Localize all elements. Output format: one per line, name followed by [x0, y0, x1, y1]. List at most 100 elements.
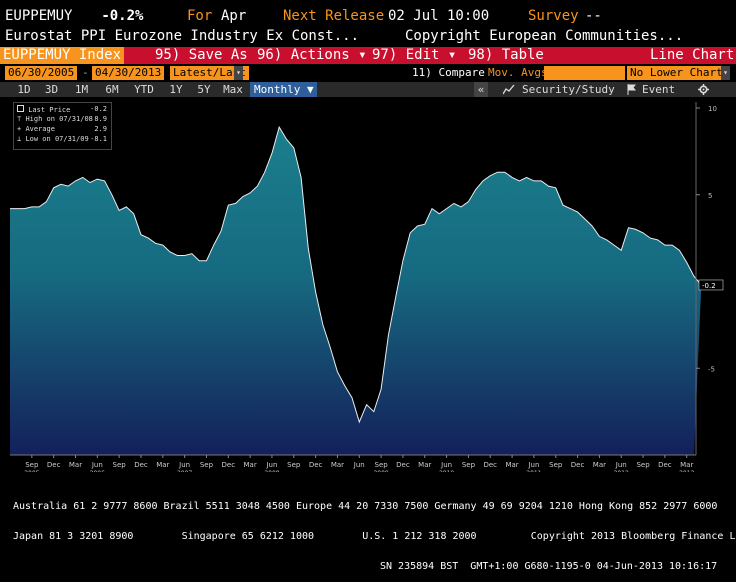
date-separator: - [82, 66, 89, 79]
x-tick-label: Mar [418, 461, 431, 469]
actions-menu[interactable]: 96) Actions ▾ [257, 47, 367, 64]
gear-icon[interactable] [696, 82, 710, 97]
start-date-field[interactable]: 06/30/2005 [5, 66, 78, 80]
mov-avgs-button[interactable]: Mov. Avgs [488, 66, 548, 80]
chevron-down-icon: ▼ [306, 83, 314, 96]
legend-value: -0.2 [90, 105, 107, 113]
legend-checkbox-icon[interactable] [17, 105, 24, 112]
collapse-icon[interactable]: « [474, 82, 488, 97]
x-tick-label: Mar [505, 461, 518, 469]
footer-contacts: Australia 61 2 9777 8600 Brazil 5511 304… [0, 482, 736, 582]
latest-dropdown-icon[interactable]: ▾ [234, 66, 243, 80]
period-ytd[interactable]: YTD [126, 82, 162, 97]
event-button[interactable]: Event [642, 82, 682, 97]
ticker-symbol: EUPPEMUY [5, 8, 73, 24]
legend-value: 8.9 [94, 115, 107, 123]
next-release-label: Next Release [283, 8, 385, 24]
y-tick-label: -5 [708, 365, 715, 373]
period-1m[interactable]: 1M [65, 82, 98, 97]
x-tick-label: Dec [47, 461, 61, 469]
legend-item-high: ⊤ High on 07/31/08 [17, 115, 93, 124]
header-row-1: EUPPEMUY -0.2% [5, 8, 143, 25]
compare-button[interactable]: 11) Compare [412, 66, 485, 80]
x-tick-label: Jun [440, 461, 452, 469]
save-as-button[interactable]: 95) Save As [155, 47, 248, 64]
period-5y[interactable]: 5Y [190, 82, 218, 97]
legend-label: Low on 07/31/09 [25, 135, 89, 143]
x-tick-label: Sep [375, 461, 389, 469]
x-year-label: 2011 [526, 470, 541, 472]
x-tick-label: Mar [244, 461, 257, 469]
y-tick-label: 5 [708, 192, 712, 200]
chart-view-label[interactable]: Line Chart [650, 47, 734, 64]
event-icon[interactable] [625, 82, 637, 97]
lower-chart-field[interactable]: No Lower Chart [627, 66, 726, 80]
x-tick-label: Mar [331, 461, 344, 469]
footer-line-2: Japan 81 3 3201 8900 Singapore 65 6212 1… [13, 531, 736, 542]
frequency-dropdown[interactable]: Monthly ▼ [250, 82, 317, 97]
mov-avg-field-2[interactable] [574, 66, 602, 80]
x-tick-label: Dec [483, 461, 497, 469]
x-tick-label: Jun [178, 461, 190, 469]
period-1y[interactable]: 1Y [162, 82, 190, 97]
edit-menu[interactable]: 97) Edit ▾ [372, 47, 456, 64]
for-label: For [187, 8, 213, 24]
x-tick-label: Sep [462, 461, 476, 469]
x-year-label: 2006 [90, 470, 105, 472]
x-tick-label: Jun [353, 461, 365, 469]
period-max[interactable]: Max [218, 82, 248, 97]
series-description: Eurostat PPI Eurozone Industry Ex Const.… [5, 28, 360, 44]
period-6m[interactable]: 6M [98, 82, 126, 97]
last-value: -0.2% [101, 8, 144, 24]
lower-chart-dropdown-icon[interactable]: ▾ [721, 66, 730, 80]
x-tick-label: Sep [200, 461, 214, 469]
x-tick-label: Dec [222, 461, 236, 469]
survey-value: -- [585, 8, 602, 24]
security-index-field[interactable]: EUPPEMUY Index [0, 47, 125, 64]
x-year-label: 2007 [177, 470, 192, 472]
x-tick-label: Sep [549, 461, 563, 469]
x-year-label: 2009 [373, 470, 388, 472]
average-marker-icon: + [17, 125, 22, 133]
footer-line-3: SN 235894 BST GMT+1:00 G680-1195-0 04-Ju… [380, 561, 718, 572]
legend-item-low: ⊥ Low on 07/31/09 [17, 135, 89, 144]
frequency-label: Monthly [254, 83, 301, 96]
x-tick-label: Dec [571, 461, 585, 469]
x-tick-label: Dec [309, 461, 323, 469]
legend-label: High on 07/31/08 [25, 115, 93, 123]
x-tick-label: Sep [113, 461, 127, 469]
x-tick-label: Mar [69, 461, 82, 469]
table-button[interactable]: 98) Table [468, 47, 544, 64]
legend-value: -8.1 [90, 135, 107, 143]
x-tick-label: Dec [134, 461, 148, 469]
x-tick-label: Sep [636, 461, 650, 469]
controls-row: 06/30/2005 - 04/30/2013 Latest/Last ▾ 11… [0, 65, 736, 81]
area-fill [10, 127, 702, 455]
period-1d[interactable]: 1D [10, 82, 38, 97]
period-toolbar: 1D 3D 1M 6M YTD 1Y 5Y Max Monthly ▼ « Se… [0, 82, 736, 97]
x-tick-label: Dec [658, 461, 672, 469]
x-tick-label: Mar [593, 461, 606, 469]
security-study-icon[interactable] [502, 82, 516, 97]
legend-item-last: Last Price [17, 105, 70, 115]
legend-value: 2.9 [94, 125, 107, 133]
footer-line-1: Australia 61 2 9777 8600 Brazil 5511 304… [13, 501, 718, 512]
x-year-label: 2008 [264, 470, 279, 472]
menu-bar: EUPPEMUY Index 95) Save As 96) Actions ▾… [0, 47, 736, 64]
mov-avg-field-3[interactable] [599, 66, 625, 80]
x-tick-label: Sep [25, 461, 39, 469]
end-date-field[interactable]: 04/30/2013 [92, 66, 165, 80]
legend-label: Last Price [28, 106, 71, 114]
period-3d[interactable]: 3D [38, 82, 65, 97]
x-year-label: 2010 [439, 470, 454, 472]
survey-label: Survey [528, 8, 579, 24]
x-tick-label: Jun [527, 461, 539, 469]
copyright-text: Copyright European Communities... [405, 28, 684, 44]
chart-legend: Last Price -0.2 ⊤ High on 07/31/08 8.9 +… [13, 102, 112, 150]
x-tick-label: Mar [680, 461, 693, 469]
x-tick-label: Jun [615, 461, 627, 469]
mov-avg-field-1[interactable] [544, 66, 577, 80]
security-study-button[interactable]: Security/Study [522, 82, 615, 97]
x-year-label: 2012 [614, 470, 629, 472]
legend-item-average: + Average [17, 125, 55, 134]
